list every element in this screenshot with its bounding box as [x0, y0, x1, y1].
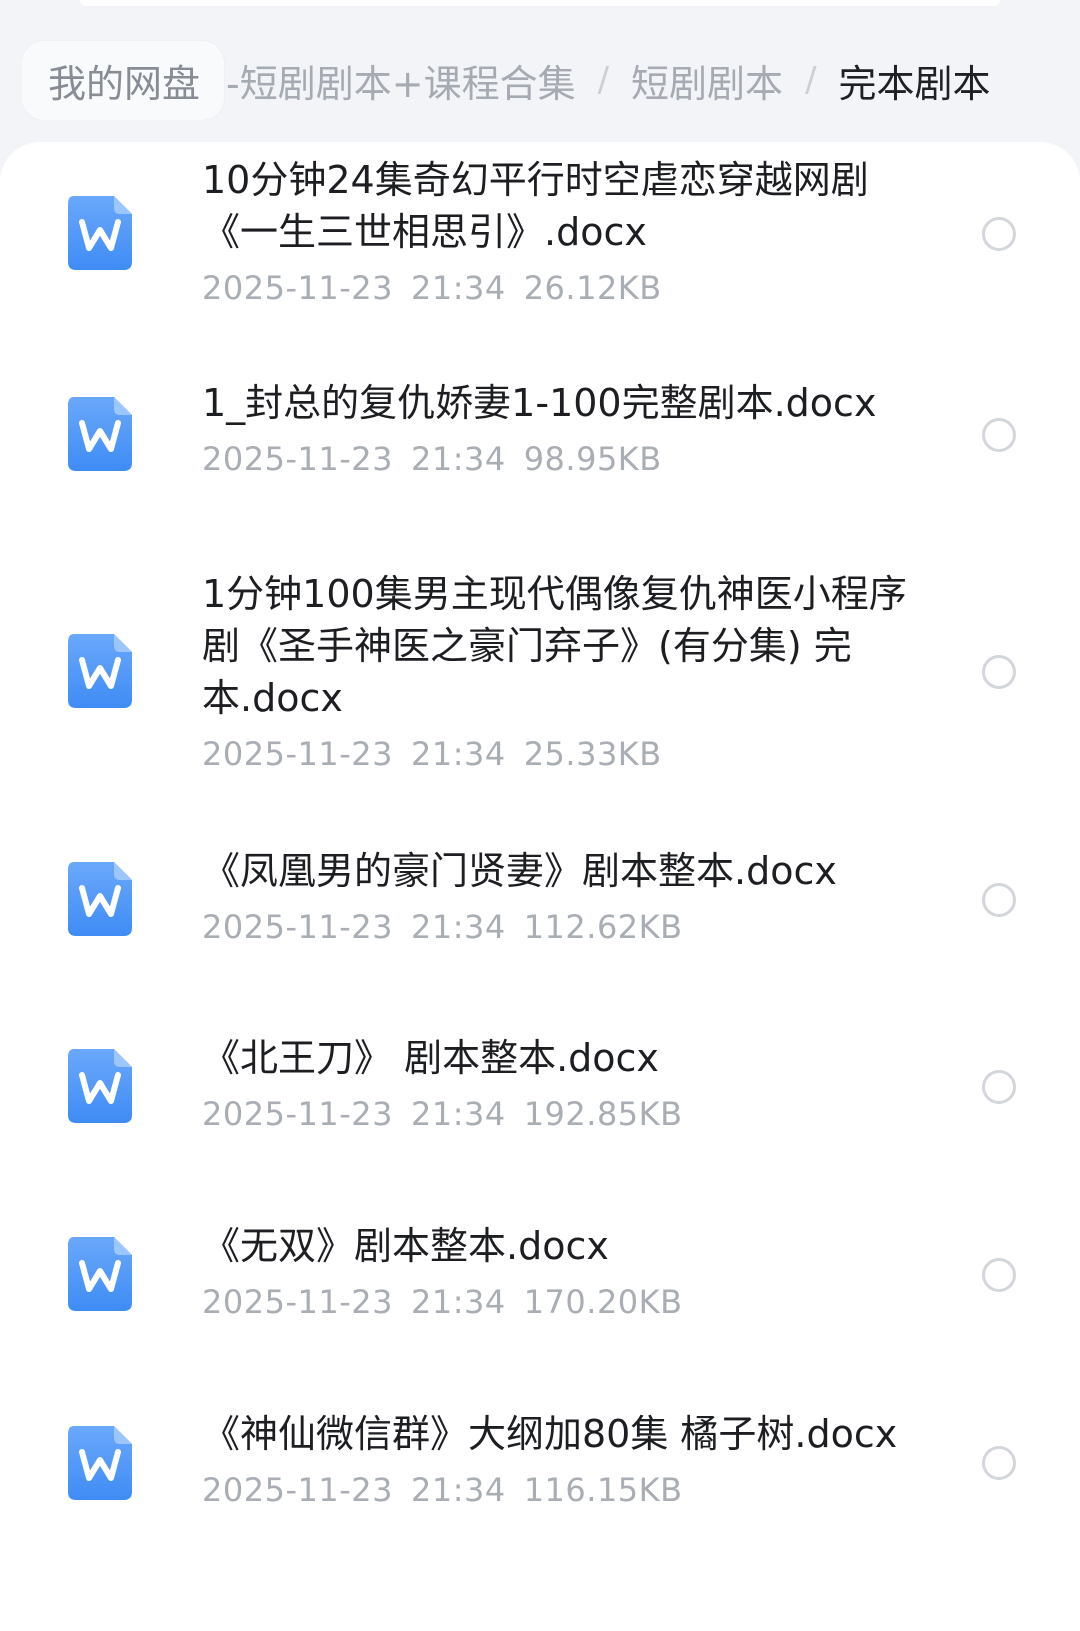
file-meta: 2025-11-23 21:34 192.85KB: [202, 1094, 922, 1134]
breadcrumb-item-collection[interactable]: -短剧剧本+课程合集: [226, 53, 576, 108]
select-checkbox[interactable]: [982, 1258, 1016, 1292]
file-time: 21:34: [410, 1283, 506, 1321]
top-bar-edge: [80, 0, 1000, 6]
file-size: 170.20KB: [523, 1283, 683, 1321]
file-row[interactable]: 《无双》剧本整本.docx 2025-11-23 21:34 170.20KB: [0, 1197, 1080, 1392]
file-time: 21:34: [410, 269, 506, 307]
file-row[interactable]: 《神仙微信群》大纲加80集 橘子树.docx 2025-11-23 21:34 11…: [0, 1392, 1080, 1631]
file-row[interactable]: 10分钟24集奇幻平行时空虐恋穿越网剧《一生三世相思引》.docx 2025-1…: [0, 142, 1080, 342]
file-name: 《凤凰男的豪门贤妻》剧本整本.docx: [202, 849, 837, 893]
file-name: 1分钟100集男主现代偶像复仇神医小程序剧《圣手神医之豪门弃子》(有分集) 完本…: [202, 572, 907, 720]
select-checkbox[interactable]: [982, 1446, 1016, 1480]
word-doc-icon: [68, 196, 132, 270]
file-meta: 2025-11-23 21:34 170.20KB: [202, 1282, 922, 1322]
word-doc-icon: [68, 862, 132, 936]
file-list: 10分钟24集奇幻平行时空虐恋穿越网剧《一生三世相思引》.docx 2025-1…: [0, 142, 1080, 1631]
select-checkbox[interactable]: [982, 217, 1016, 251]
file-date: 2025-11-23: [202, 908, 393, 946]
file-row[interactable]: 《北王刀》 剧本整本.docx 2025-11-23 21:34 192.85KB: [0, 1002, 1080, 1197]
file-name: 《北王刀》 剧本整本.docx: [202, 1036, 659, 1080]
file-meta: 2025-11-23 21:34 26.12KB: [202, 268, 922, 308]
file-date: 2025-11-23: [202, 1471, 393, 1509]
file-meta: 2025-11-23 21:34 112.62KB: [202, 907, 922, 947]
file-date: 2025-11-23: [202, 269, 393, 307]
file-date: 2025-11-23: [202, 1283, 393, 1321]
select-checkbox[interactable]: [982, 418, 1016, 452]
file-size: 25.33KB: [523, 735, 662, 773]
file-time: 21:34: [410, 440, 506, 478]
word-doc-icon: [68, 634, 132, 708]
file-size: 116.15KB: [523, 1471, 683, 1509]
file-date: 2025-11-23: [202, 735, 393, 773]
breadcrumb: 我的网盘 -短剧剧本+课程合集 / 短剧剧本 / 完本剧本: [22, 40, 1060, 120]
file-row[interactable]: 1分钟100集男主现代偶像复仇神医小程序剧《圣手神医之豪门弃子》(有分集) 完本…: [0, 522, 1080, 807]
breadcrumb-separator: /: [597, 60, 610, 100]
select-checkbox[interactable]: [982, 1070, 1016, 1104]
file-date: 2025-11-23: [202, 440, 393, 478]
file-time: 21:34: [410, 908, 506, 946]
file-size: 98.95KB: [523, 440, 662, 478]
breadcrumb-separator: /: [805, 60, 817, 100]
file-name: 《无双》剧本整本.docx: [202, 1224, 609, 1268]
file-date: 2025-11-23: [202, 1095, 393, 1133]
word-doc-icon: [68, 1426, 132, 1500]
file-row[interactable]: 1_封总的复仇娇妻1-100完整剧本.docx 2025-11-23 21:34 9…: [0, 342, 1080, 522]
word-doc-icon: [68, 397, 132, 471]
file-size: 26.12KB: [523, 269, 662, 307]
file-name: 10分钟24集奇幻平行时空虐恋穿越网剧《一生三世相思引》.docx: [202, 158, 869, 254]
file-size: 112.62KB: [523, 908, 683, 946]
file-meta: 2025-11-23 21:34 98.95KB: [202, 439, 922, 479]
file-time: 21:34: [410, 735, 506, 773]
file-meta: 2025-11-23 21:34 25.33KB: [202, 734, 922, 774]
file-size: 192.85KB: [523, 1095, 683, 1133]
word-doc-icon: [68, 1237, 132, 1311]
file-meta: 2025-11-23 21:34 116.15KB: [202, 1470, 922, 1510]
file-time: 21:34: [410, 1471, 506, 1509]
file-row[interactable]: 《凤凰男的豪门贤妻》剧本整本.docx 2025-11-23 21:34 112.6…: [0, 807, 1080, 1002]
breadcrumb-item-current: 完本剧本: [838, 61, 991, 106]
select-checkbox[interactable]: [982, 883, 1016, 917]
breadcrumb-item-short-drama-scripts[interactable]: 短剧剧本: [631, 53, 783, 108]
file-time: 21:34: [410, 1095, 506, 1133]
file-name: 1_封总的复仇娇妻1-100完整剧本.docx: [202, 381, 877, 425]
word-doc-icon: [68, 1049, 132, 1123]
file-name: 《神仙微信群》大纲加80集 橘子树.docx: [202, 1412, 898, 1456]
select-checkbox[interactable]: [982, 655, 1016, 689]
breadcrumb-root-my-drive[interactable]: 我的网盘: [22, 40, 225, 120]
